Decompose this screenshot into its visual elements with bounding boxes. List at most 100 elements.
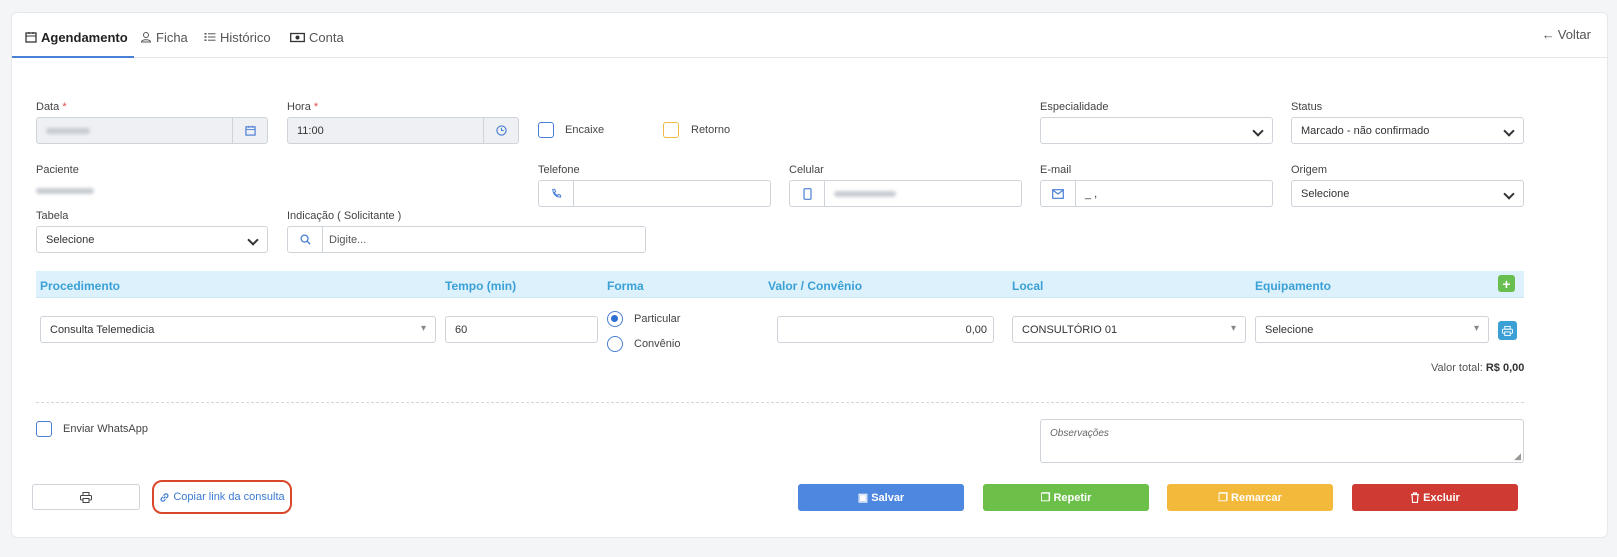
retorno-label: Retorno — [691, 124, 731, 136]
printer-icon — [80, 491, 92, 503]
money-icon — [290, 32, 305, 42]
email-input[interactable]: _ , — [1040, 180, 1273, 207]
especialidade-select[interactable] — [1040, 117, 1273, 144]
copy-icon: ❐ — [1218, 492, 1229, 504]
telefone-input[interactable] — [538, 180, 771, 207]
tab-conta[interactable]: Conta — [290, 27, 344, 47]
hora-label: Hora * — [287, 101, 319, 113]
arrow-left-icon: ← — [1541, 27, 1555, 42]
whatsapp-label: Enviar WhatsApp — [63, 423, 148, 435]
email-label: E-mail — [1040, 164, 1072, 176]
tab-label: Agendamento — [41, 29, 128, 45]
data-label: Data * — [36, 101, 67, 113]
celular-label: Celular — [789, 164, 824, 176]
procedimento-select[interactable]: Consulta Telemedicia — [40, 316, 436, 343]
paciente-label: Paciente — [36, 164, 79, 176]
indicacao-placeholder: Digite... — [329, 233, 367, 246]
calendar-picker-icon[interactable] — [232, 118, 267, 143]
valor-value: 0,00 — [965, 323, 987, 336]
envelope-icon — [1041, 181, 1076, 206]
forma-particular-label: Particular — [634, 313, 681, 325]
plus-icon: + — [1502, 275, 1511, 292]
celular-input[interactable] — [789, 180, 1022, 207]
copy-icon: ❐ — [1040, 492, 1051, 504]
header-forma: Forma — [607, 279, 644, 293]
time-value: 11:00 — [297, 124, 324, 137]
user-icon — [140, 32, 152, 43]
list-icon — [204, 33, 216, 41]
clock-icon[interactable] — [483, 118, 518, 143]
trash-icon — [1411, 492, 1420, 503]
save-icon: ▣ — [857, 492, 869, 504]
time-input[interactable]: 11:00 — [287, 117, 519, 144]
resize-handle-icon[interactable]: ◢ — [1514, 451, 1521, 462]
procedimento-value: Consulta Telemedicia — [50, 323, 155, 336]
phone-icon — [539, 181, 574, 206]
local-value: CONSULTÓRIO 01 — [1022, 323, 1118, 336]
paciente-name — [36, 183, 94, 197]
back-button[interactable]: ← Voltar — [1542, 27, 1591, 42]
indicacao-label: Indicação ( Solicitante ) — [287, 210, 402, 222]
search-icon — [288, 227, 323, 252]
observacoes-textarea[interactable]: Observações ◢ — [1040, 419, 1524, 463]
tempo-input[interactable]: 60 — [445, 316, 598, 343]
excluir-button[interactable]: Excluir — [1352, 484, 1518, 511]
retorno-checkbox[interactable] — [663, 122, 679, 138]
status-select[interactable]: Marcado - não confirmado — [1291, 117, 1524, 144]
forma-convenio-label: Convênio — [634, 338, 681, 350]
valor-input[interactable]: 0,00 — [777, 316, 994, 343]
tab-label: Ficha — [156, 29, 188, 45]
back-label: Voltar — [1557, 27, 1591, 42]
repetir-label: Repetir — [1053, 491, 1092, 504]
tab-label: Conta — [309, 29, 344, 45]
forma-convenio-radio[interactable] — [607, 336, 623, 352]
status-label: Status — [1291, 101, 1323, 113]
redacted-date — [46, 127, 90, 134]
remarcar-label: Remarcar — [1231, 491, 1282, 504]
mobile-icon — [790, 181, 825, 206]
status-value: Marcado - não confirmado — [1301, 124, 1430, 137]
print-row-button[interactable] — [1498, 321, 1517, 340]
salvar-button[interactable]: ▣ Salvar — [798, 484, 964, 511]
header-equipamento: Equipamento — [1255, 279, 1332, 293]
copy-link-button[interactable]: Copiar link da consulta — [152, 480, 292, 514]
tabela-label: Tabela — [36, 210, 69, 222]
origem-select[interactable]: Selecione — [1291, 180, 1524, 207]
telefone-label: Telefone — [538, 164, 580, 176]
salvar-label: Salvar — [871, 491, 905, 504]
excluir-label: Excluir — [1423, 491, 1460, 504]
remarcar-button[interactable]: ❐ Remarcar — [1167, 484, 1333, 511]
especialidade-label: Especialidade — [1040, 101, 1109, 113]
tempo-value: 60 — [455, 323, 468, 336]
active-tab-indicator — [12, 56, 134, 58]
email-value: _ , — [1085, 187, 1098, 200]
redacted-celular — [834, 190, 896, 197]
origem-label: Origem — [1291, 164, 1328, 176]
encaixe-checkbox[interactable] — [538, 122, 554, 138]
repetir-button[interactable]: ❐ Repetir — [983, 484, 1149, 511]
valor-total: Valor total: R$ 0,00 — [1431, 362, 1525, 374]
procedures-header: Procedimento Tempo (min) Forma Valor / C… — [36, 271, 1524, 298]
print-button[interactable] — [32, 484, 140, 510]
calendar-icon — [25, 32, 37, 43]
header-procedimento: Procedimento — [40, 279, 121, 293]
tab-historico[interactable]: Histórico — [204, 27, 271, 47]
tab-label: Histórico — [220, 29, 271, 45]
whatsapp-checkbox[interactable] — [36, 421, 52, 437]
tab-agendamento[interactable]: Agendamento — [25, 27, 128, 47]
copy-link-label: Copiar link da consulta — [173, 491, 285, 503]
date-input[interactable] — [36, 117, 268, 144]
add-procedure-button[interactable]: + — [1498, 275, 1515, 292]
tab-ficha[interactable]: Ficha — [140, 27, 188, 47]
printer-icon — [1502, 325, 1513, 336]
header-local: Local — [1012, 279, 1044, 293]
tabela-select[interactable]: Selecione — [36, 226, 268, 253]
forma-particular-radio[interactable] — [607, 311, 623, 327]
equipamento-value: Selecione — [1265, 323, 1314, 336]
origem-value: Selecione — [1301, 187, 1350, 200]
equipamento-select[interactable]: Selecione — [1255, 316, 1489, 343]
local-select[interactable]: CONSULTÓRIO 01 — [1012, 316, 1246, 343]
observacoes-placeholder: Observações — [1050, 428, 1109, 439]
tabela-value: Selecione — [46, 233, 95, 246]
indicacao-input[interactable]: Digite... — [287, 226, 646, 253]
